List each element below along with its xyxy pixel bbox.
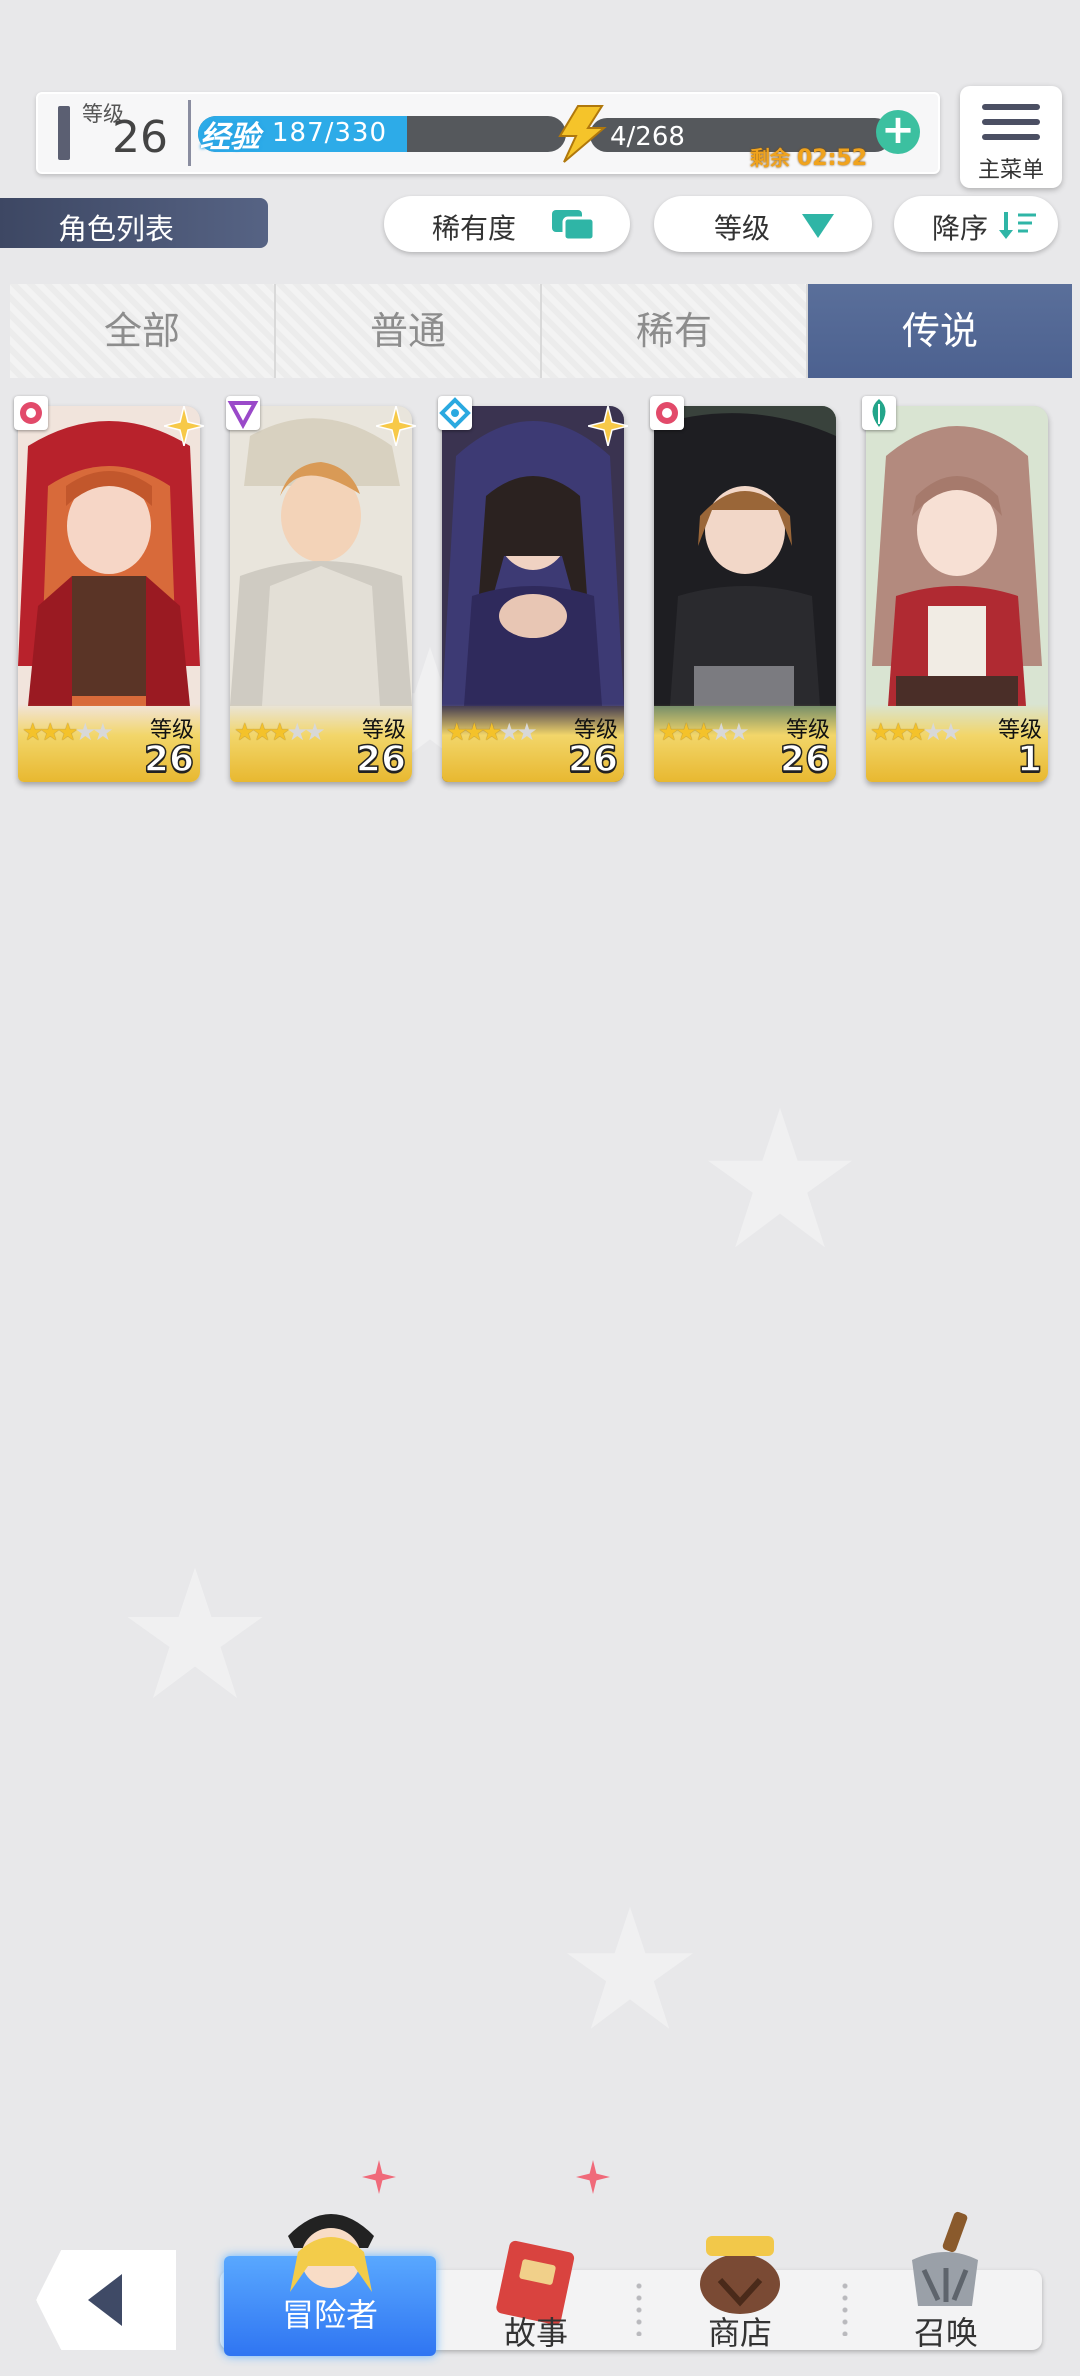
adventurer-icon (288, 2214, 374, 2292)
star-rating: ★★★★★ (870, 718, 962, 746)
nav-summon-label: 召唤 (913, 2314, 978, 2352)
background-star-icon (567, 1907, 693, 2029)
sparkle-icon (588, 406, 628, 446)
add-energy-button[interactable]: + (876, 110, 920, 154)
player-level: 26 (112, 112, 168, 163)
character-portrait-frame: ★★★★★ 等级 26 (18, 406, 200, 782)
triangle-down-icon (802, 214, 834, 238)
tab-rare[interactable]: 稀有 (542, 284, 809, 378)
energy-value: 4/268 (610, 122, 685, 152)
water-element-icon (438, 396, 472, 430)
character-card[interactable]: ★★★★★ 等级 26 (226, 396, 416, 782)
notification-sparkle-icon (362, 2160, 396, 2194)
star-rating: ★★★★★ (658, 718, 750, 746)
character-portrait-frame: ★★★★★ 等级 26 (230, 406, 412, 782)
star-rating: ★★★★★ (22, 718, 114, 746)
nav-adventurer-label: 冒险者 (281, 2296, 378, 2334)
tab-legendary[interactable]: 传说 (808, 284, 1072, 378)
nav-adventurer[interactable]: 冒险者 (224, 2214, 436, 2356)
back-arrow-icon (88, 2274, 122, 2326)
character-portrait-frame: ★★★★★ 等级 26 (654, 406, 836, 782)
page-title: 角色列表 (0, 198, 268, 248)
card-level-value: 1 (1016, 738, 1043, 781)
summon-key-icon (912, 2211, 978, 2306)
rarity-tabs: 全部 普通 稀有 传说 (10, 284, 1072, 378)
exp-label: 经验 (200, 120, 260, 155)
sparkle-icon (164, 406, 204, 446)
star-rating: ★★★★★ (234, 718, 326, 746)
character-card[interactable]: ★★★★★ 等级 26 (14, 396, 204, 782)
divider (188, 100, 191, 166)
nav-summon[interactable]: 召唤 (846, 2211, 1046, 2360)
tab-common[interactable]: 普通 (276, 284, 543, 378)
nav-shop[interactable]: 商店 (640, 2236, 840, 2360)
shop-bag-icon (700, 2236, 780, 2314)
level-marker (58, 106, 70, 160)
nav-story-label: 故事 (503, 2314, 568, 2352)
exp-value: 187/330 (272, 118, 388, 148)
level-sort-button[interactable]: 等级 (654, 196, 872, 252)
character-portrait-frame: ★★★★★ 等级 1 (866, 406, 1048, 782)
energy-remaining-timer: 剩余 02:52 (750, 142, 867, 171)
background-star-icon (127, 1567, 263, 1698)
sparkle-icon (376, 406, 416, 446)
tab-all[interactable]: 全部 (10, 284, 277, 378)
sort-descending-icon (999, 212, 1036, 239)
nav-story[interactable]: 故事 (436, 2240, 636, 2360)
main-menu-button[interactable]: 主菜单 (960, 86, 1062, 188)
character-card[interactable]: ★★★★★ 等级 26 (438, 396, 628, 782)
character-card[interactable]: ★★★★★ 等级 1 (862, 396, 1048, 782)
wind-element-icon (862, 396, 896, 430)
page-title-text: 角色列表 (58, 212, 175, 246)
cards-icon (552, 210, 596, 242)
fire-element-icon (14, 396, 48, 430)
character-portrait-frame: ★★★★★ 等级 26 (442, 406, 624, 782)
level-sort-label: 等级 (714, 212, 771, 245)
order-label: 降序 (932, 212, 989, 245)
background-star-icon (708, 1108, 852, 1248)
player-status-bar: 等级 26 经验 187/330 4/268 剩余 02:52 + (36, 92, 940, 174)
card-level-value: 26 (567, 738, 619, 781)
notification-sparkle-icon (576, 2160, 610, 2194)
remain-label: 剩余 (750, 146, 790, 170)
remain-time: 02:52 (796, 146, 867, 171)
order-toggle-button[interactable]: 降序 (894, 196, 1058, 252)
rarity-sort-button[interactable]: 稀有度 (384, 196, 630, 252)
fire-element-icon (650, 396, 684, 430)
back-button[interactable] (36, 2250, 176, 2350)
nav-shop-label: 商店 (707, 2314, 772, 2352)
card-level-value: 26 (355, 738, 407, 781)
dark-element-icon (226, 396, 260, 430)
main-menu-label: 主菜单 (977, 158, 1044, 183)
card-level-value: 26 (143, 738, 195, 781)
rarity-sort-label: 稀有度 (432, 212, 517, 245)
star-rating: ★★★★★ (446, 718, 538, 746)
hamburger-icon (982, 104, 1040, 149)
card-level-value: 26 (779, 738, 831, 781)
character-card[interactable]: ★★★★★ 等级 26 (650, 396, 836, 782)
lightning-icon (558, 105, 607, 163)
